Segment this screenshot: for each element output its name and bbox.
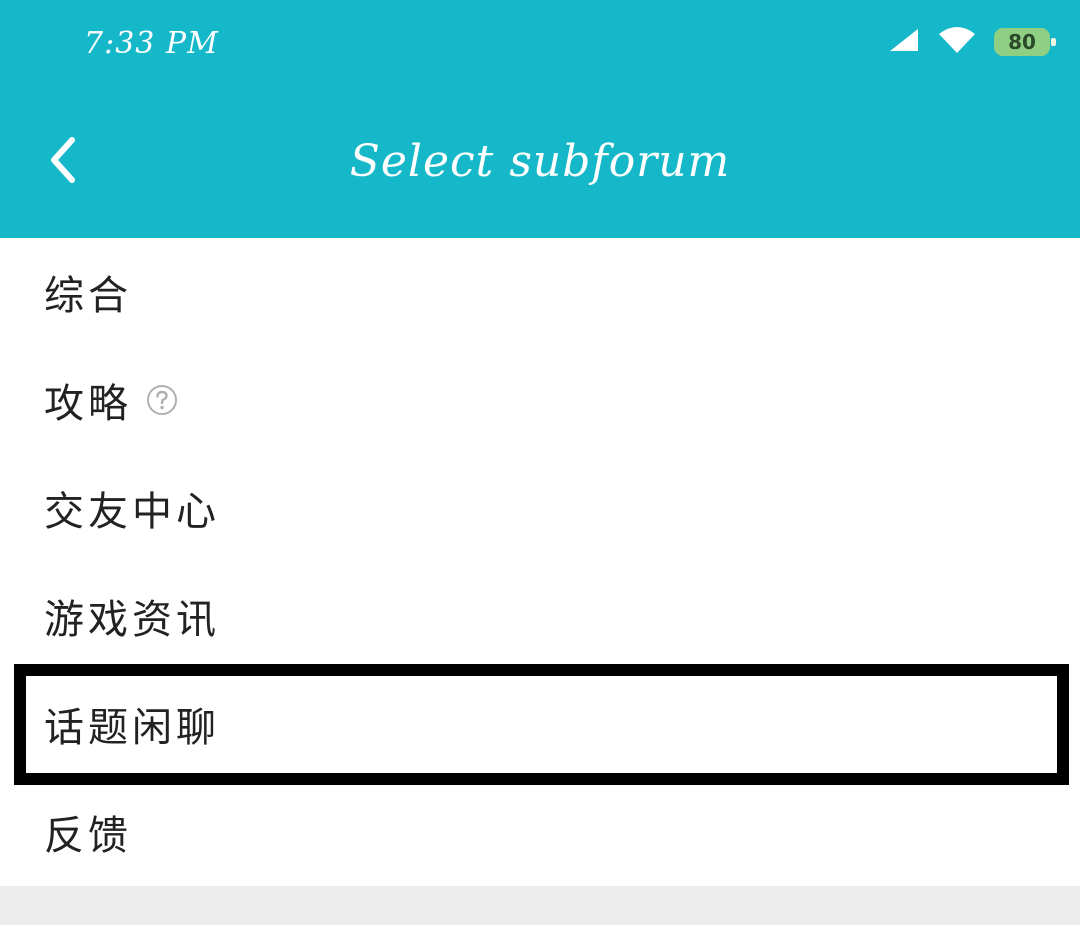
app-header: 7:33 PM 80 Select subforum — [0, 0, 1080, 238]
signal-icon — [888, 27, 920, 57]
subforum-label: 交友中心 — [44, 489, 220, 535]
battery-tip — [1051, 38, 1056, 46]
subforum-label: 反馈 — [44, 813, 132, 859]
battery-indicator: 80 — [994, 28, 1056, 56]
subforum-label: 综合 — [44, 273, 132, 319]
subforum-item-feedback[interactable]: 反馈 — [0, 778, 1080, 886]
status-bar: 7:33 PM 80 — [0, 0, 1080, 84]
help-circle-icon[interactable] — [146, 384, 178, 416]
subforum-label: 话题闲聊 — [44, 705, 220, 751]
subforum-item-news[interactable]: 游戏资讯 — [0, 562, 1080, 670]
status-icons: 80 — [888, 26, 1056, 58]
subforum-item-social[interactable]: 交友中心 — [0, 454, 1080, 562]
toolbar: Select subforum — [0, 100, 1080, 220]
status-time: 7:33 PM — [84, 26, 219, 61]
subforum-label: 攻略 — [44, 381, 132, 427]
subforum-item-chat[interactable]: 话题闲聊 — [0, 670, 1080, 778]
bottom-empty-area — [0, 886, 1080, 925]
battery-level: 80 — [1008, 30, 1036, 54]
page-title: Select subforum — [349, 136, 731, 187]
subforum-item-general[interactable]: 综合 — [0, 238, 1080, 346]
subforum-item-guides[interactable]: 攻略 — [0, 346, 1080, 454]
subforum-label: 游戏资讯 — [44, 597, 220, 643]
wifi-icon — [938, 26, 976, 58]
subforum-list: 综合 攻略 交友中心 游戏资讯 话题闲聊 反馈 — [0, 238, 1080, 886]
